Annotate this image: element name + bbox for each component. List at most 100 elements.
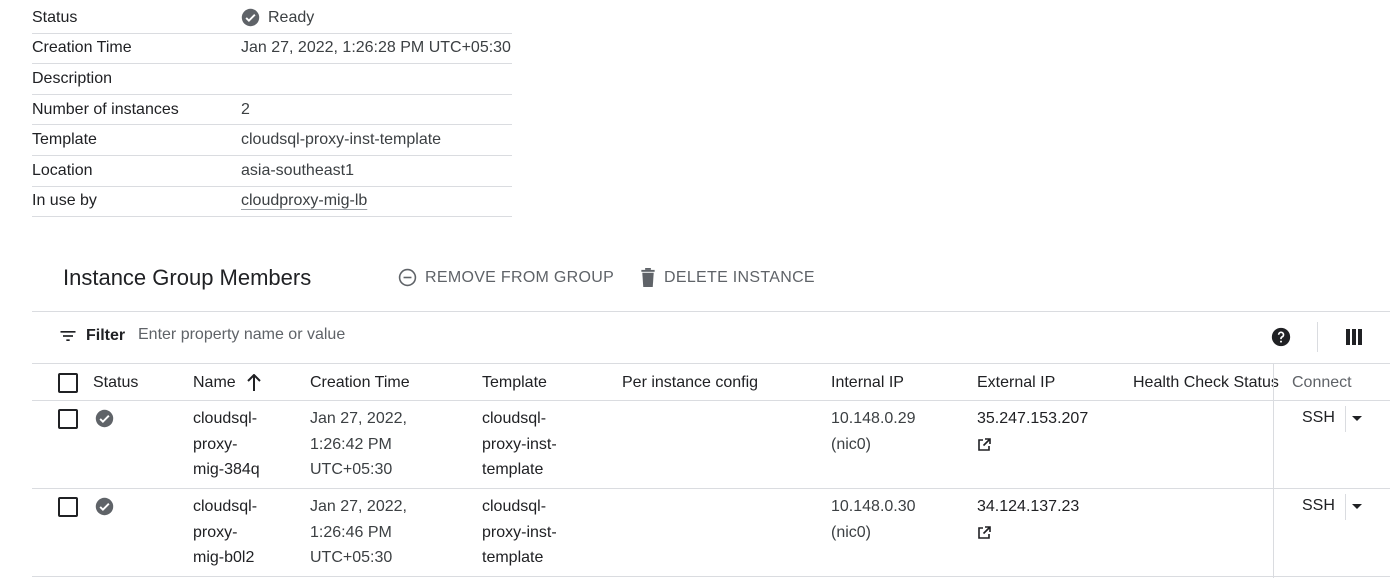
filter-icon	[60, 331, 76, 341]
divider	[32, 576, 1390, 577]
column-header-connect: Connect	[1292, 374, 1352, 391]
creation-time-line: UTC+05:30	[310, 549, 393, 566]
template-line: proxy-inst-	[482, 523, 557, 541]
instance-name-line: cloudsql-	[193, 498, 258, 515]
filter-label: Filter	[86, 327, 126, 344]
ssh-dropdown-caret-icon[interactable]	[1352, 416, 1362, 421]
template-link[interactable]: cloudsql- proxy-inst- template	[482, 406, 557, 483]
open-in-new-icon[interactable]	[977, 525, 991, 540]
divider	[32, 363, 1390, 364]
creation-time-line: UTC+05:30	[310, 461, 393, 478]
trash-icon	[640, 268, 656, 287]
template-line: cloudsql-	[482, 498, 547, 515]
internal-ip-cell: 10.148.0.29 (nic0)	[831, 406, 916, 457]
remove-from-group-button[interactable]: REMOVE FROM GROUP	[398, 268, 614, 287]
internal-ip-line: 10.148.0.30	[831, 498, 916, 515]
instance-name-line: cloudsql-	[193, 410, 258, 427]
ssh-dropdown-caret-icon[interactable]	[1352, 504, 1362, 509]
details-row-creation-time: Creation Time Jan 27, 2022, 1:26:28 PM U…	[32, 34, 512, 65]
template-line: template	[482, 549, 544, 566]
arrow-up-icon	[246, 374, 261, 391]
details-table: Status Ready Creation Time Jan 27, 2022,…	[32, 3, 512, 218]
row-checkbox[interactable]	[58, 409, 78, 429]
template-link[interactable]: cloudsql- proxy-inst- template	[482, 494, 557, 571]
internal-ip-line: 10.148.0.29	[831, 410, 916, 427]
template-line: proxy-inst-	[482, 435, 557, 453]
details-row-status: Status Ready	[32, 3, 512, 34]
external-ip-cell: 34.124.137.23	[977, 494, 1079, 540]
instance-name-line: proxy-	[193, 435, 238, 453]
connect-column-separator	[1273, 364, 1274, 578]
open-in-new-icon[interactable]	[977, 437, 991, 452]
check-circle-icon	[95, 497, 114, 516]
internal-ip-line: (nic0)	[831, 435, 872, 453]
column-header-creation-time[interactable]: Creation Time	[310, 374, 410, 392]
details-label: In use by	[32, 192, 97, 210]
external-ip-value: 35.247.153.207	[977, 410, 1089, 427]
column-header-internal-ip[interactable]: Internal IP	[831, 374, 904, 392]
column-header-status[interactable]: Status	[93, 374, 138, 392]
creation-time-line: Jan 27, 2022,	[310, 498, 407, 515]
help-icon[interactable]	[1271, 327, 1291, 352]
divider	[32, 311, 1390, 312]
creation-time-line: 1:26:42 PM	[310, 435, 392, 453]
instance-name-line: mig-b0l2	[193, 549, 255, 566]
details-value: 2	[241, 100, 250, 118]
column-display-icon[interactable]	[1345, 328, 1363, 351]
filter-input[interactable]	[138, 326, 1038, 344]
instance-name-line: proxy-	[193, 523, 238, 541]
internal-ip-cell: 10.148.0.30 (nic0)	[831, 494, 916, 545]
details-value: asia-southeast1	[241, 161, 354, 179]
creation-time-cell: Jan 27, 2022, 1:26:42 PM UTC+05:30	[310, 406, 407, 483]
details-row-in-use-by: In use by cloudproxy-mig-lb	[32, 187, 512, 218]
delete-instance-button[interactable]: DELETE INSTANCE	[640, 268, 815, 287]
details-value: cloudsql-proxy-inst-template	[241, 131, 442, 149]
column-header-template[interactable]: Template	[482, 374, 547, 392]
instance-name-link[interactable]: cloudsql- proxy- mig-b0l2	[193, 494, 257, 571]
filter-button[interactable]: Filter	[58, 326, 125, 346]
internal-ip-line: (nic0)	[831, 523, 872, 541]
details-label: Creation Time	[32, 39, 132, 57]
ssh-button[interactable]: SSH	[1302, 497, 1335, 515]
divider	[32, 400, 1390, 401]
details-label: Template	[32, 131, 97, 149]
details-label: Location	[32, 161, 93, 179]
creation-time-line: Jan 27, 2022,	[310, 410, 407, 427]
creation-time-line: 1:26:46 PM	[310, 523, 392, 541]
in-use-by-link[interactable]: cloudproxy-mig-lb	[241, 192, 367, 210]
template-line: cloudsql-	[482, 410, 547, 427]
column-header-per-instance-config[interactable]: Per instance config	[622, 374, 758, 392]
status-text: Ready	[268, 8, 315, 26]
column-header-name[interactable]: Name	[193, 374, 262, 392]
remove-circle-icon	[398, 268, 417, 287]
divider	[32, 488, 1390, 489]
details-row-template: Template cloudsql-proxy-inst-template	[32, 125, 512, 156]
remove-from-group-label: REMOVE FROM GROUP	[425, 268, 615, 286]
external-ip-cell: 35.247.153.207	[977, 406, 1088, 452]
details-label: Description	[32, 69, 113, 87]
row-checkbox[interactable]	[58, 497, 78, 517]
select-all-checkbox[interactable]	[58, 373, 78, 393]
column-header-external-ip[interactable]: External IP	[977, 374, 1055, 392]
template-line: template	[482, 461, 544, 478]
details-value: Ready	[241, 8, 314, 27]
details-row-number-of-instances: Number of instances 2	[32, 95, 512, 126]
details-value: Jan 27, 2022, 1:26:28 PM UTC+05:30	[241, 39, 511, 57]
creation-time-cell: Jan 27, 2022, 1:26:46 PM UTC+05:30	[310, 494, 407, 571]
ssh-button[interactable]: SSH	[1302, 409, 1335, 427]
ssh-split-divider	[1345, 406, 1346, 432]
ssh-split-divider	[1345, 494, 1346, 520]
column-header-name-label: Name	[193, 374, 236, 391]
delete-instance-label: DELETE INSTANCE	[664, 268, 815, 286]
check-circle-icon	[241, 9, 260, 27]
toolbar-separator	[1317, 322, 1318, 352]
column-header-health-check-status[interactable]: Health Check Status	[1133, 374, 1279, 392]
details-label: Number of instances	[32, 100, 179, 118]
instance-name-link[interactable]: cloudsql- proxy- mig-384q	[193, 406, 260, 483]
details-row-description: Description	[32, 64, 512, 95]
instance-name-line: mig-384q	[193, 461, 260, 478]
details-row-location: Location asia-southeast1	[32, 156, 512, 187]
check-circle-icon	[95, 409, 114, 428]
details-label: Status	[32, 8, 78, 26]
section-title: Instance Group Members	[63, 265, 312, 290]
